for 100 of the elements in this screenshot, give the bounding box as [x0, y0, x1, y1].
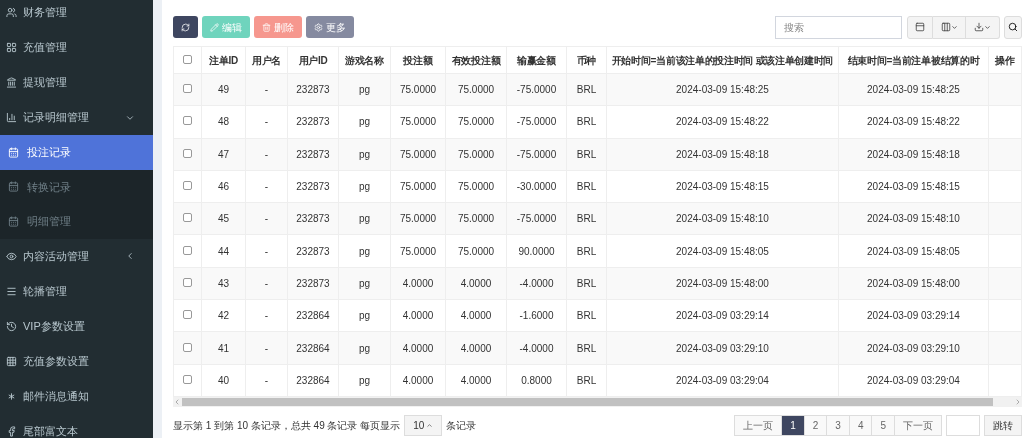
asterisk-icon: [6, 390, 17, 402]
table-cell: 232873: [296, 277, 330, 289]
table-cell: 2024-03-09 15:48:10: [867, 213, 960, 225]
column-header: 操作: [995, 54, 1015, 66]
table-cell: 75.0000: [457, 181, 495, 193]
card-view-button[interactable]: [907, 15, 933, 39]
sidebar-item[interactable]: VIP参数设置: [0, 308, 153, 344]
sidebar-item[interactable]: 轮播管理: [0, 273, 153, 309]
row-checkbox[interactable]: [183, 148, 192, 158]
table-cell: 4.0000: [402, 277, 434, 289]
row-checkbox[interactable]: [183, 181, 192, 191]
sidebar-item[interactable]: 充值参数设置: [0, 343, 153, 379]
table-cell: 42: [217, 310, 230, 322]
table-cell: -75.0000: [516, 213, 557, 225]
sidebar-item[interactable]: 邮件消息通知: [0, 378, 153, 414]
pagination-button[interactable]: 上一页: [734, 414, 783, 436]
table-cell: -1.6000: [519, 310, 554, 322]
refresh-button[interactable]: [173, 16, 198, 38]
row-checkbox[interactable]: [183, 84, 192, 94]
table-cell: 75.0000: [399, 213, 437, 225]
sidebar-item[interactable]: 尾部富文本: [0, 413, 153, 438]
table-cell: 2024-03-09 15:48:10: [676, 213, 769, 225]
page-number-field[interactable]: [946, 414, 980, 436]
table-cell: 75.0000: [399, 116, 437, 128]
table-cell: 2024-03-09 03:29:14: [676, 310, 769, 322]
table-cell: 4.0000: [402, 310, 434, 322]
table-cell: 2024-03-09 03:29:14: [867, 310, 960, 322]
table-cell: pg: [358, 213, 371, 225]
table-cell: 232873: [296, 116, 330, 128]
table-cell: -75.0000: [516, 148, 557, 160]
row-checkbox[interactable]: [183, 116, 192, 126]
table-cell: 40: [217, 374, 230, 386]
table-cell: 2024-03-09 03:29:04: [676, 374, 769, 386]
calendar-icon: [8, 146, 19, 158]
sidebar-item[interactable]: 内容活动管理: [0, 238, 153, 274]
table-cell: 2024-03-09 15:48:05: [676, 245, 769, 257]
pagination-button[interactable]: 3: [826, 414, 850, 436]
scroll-left-icon: [173, 397, 181, 406]
table-cell: 75.0000: [457, 148, 495, 160]
pagination-button[interactable]: 1: [781, 414, 805, 436]
table-cell: 2024-03-09 15:48:05: [867, 245, 960, 257]
pagination-button[interactable]: 2: [803, 414, 828, 436]
search-icon: [1008, 22, 1018, 32]
table-cell: -: [264, 116, 269, 128]
users-icon: [6, 7, 17, 18]
row-checkbox[interactable]: [183, 277, 192, 287]
scrollbar-thumb[interactable]: [182, 397, 993, 406]
table-cell: 46: [217, 181, 230, 193]
table-cell: BRL: [576, 148, 597, 160]
search-field[interactable]: 搜索: [775, 15, 902, 39]
records-suffix: 条记录: [446, 418, 477, 433]
sidebar-item[interactable]: 充值管理: [0, 30, 153, 65]
page-size-dropdown[interactable]: 10: [404, 414, 443, 436]
row-checkbox[interactable]: [183, 342, 192, 352]
table-cell: 47: [217, 148, 230, 160]
sidebar-item[interactable]: 财务管理: [0, 0, 153, 30]
submenu-item[interactable]: 转换记录: [0, 169, 153, 204]
grid-icon: [6, 355, 17, 367]
settings-icon: [314, 22, 323, 32]
table-cell: BRL: [576, 213, 597, 225]
columns-button[interactable]: [933, 15, 966, 39]
scroll-right-icon: [1014, 397, 1022, 406]
table-cell: 75.0000: [399, 84, 437, 96]
table-cell: 232864: [296, 342, 330, 354]
row-checkbox[interactable]: [183, 310, 192, 320]
pagination-button[interactable]: 下一页: [894, 414, 942, 436]
table-cell: 41: [217, 342, 230, 354]
select-all-checkbox[interactable]: [183, 54, 192, 64]
submenu-item[interactable]: 投注记录: [0, 135, 153, 170]
table-cell: 2024-03-09 15:48:00: [676, 277, 769, 289]
table-cell: -4.0000: [519, 277, 554, 289]
search-button[interactable]: [1004, 15, 1022, 39]
table-cell: -: [264, 277, 269, 289]
sidebar-item[interactable]: 提现管理: [0, 65, 153, 100]
column-header: 用户名: [251, 54, 282, 66]
jump-button[interactable]: 跳转: [984, 414, 1022, 436]
table-cell: 232873: [296, 213, 330, 225]
pagination-button[interactable]: 5: [871, 414, 895, 436]
table-cell: 2024-03-09 15:48:25: [676, 84, 769, 96]
table-cell: 75.0000: [457, 213, 495, 225]
sidebar-item[interactable]: 记录明细管理: [0, 100, 153, 135]
table-cell: pg: [358, 84, 371, 96]
table-cell: BRL: [576, 181, 597, 193]
table-cell: -: [264, 245, 269, 257]
horizontal-scrollbar[interactable]: [173, 396, 1022, 407]
table-cell: 75.0000: [457, 245, 495, 257]
table-cell: 75.0000: [399, 148, 437, 160]
column-header: 开始时间=当前该注单的投注时间 或该注单创建时间: [611, 54, 834, 66]
row-checkbox[interactable]: [183, 245, 192, 255]
pagination-button[interactable]: 4: [848, 414, 873, 436]
row-checkbox[interactable]: [183, 213, 192, 223]
table-cell: 2024-03-09 15:48:22: [676, 116, 769, 128]
table-cell: pg: [358, 342, 371, 354]
table-cell: 0.8000: [521, 374, 552, 386]
history-icon: [6, 320, 17, 332]
table-cell: 2024-03-09 03:29:10: [676, 342, 769, 354]
row-checkbox[interactable]: [183, 374, 192, 384]
column-header: 用户ID: [298, 54, 328, 66]
caret-icon: [984, 23, 991, 31]
submenu-item[interactable]: 明细管理: [0, 204, 153, 239]
